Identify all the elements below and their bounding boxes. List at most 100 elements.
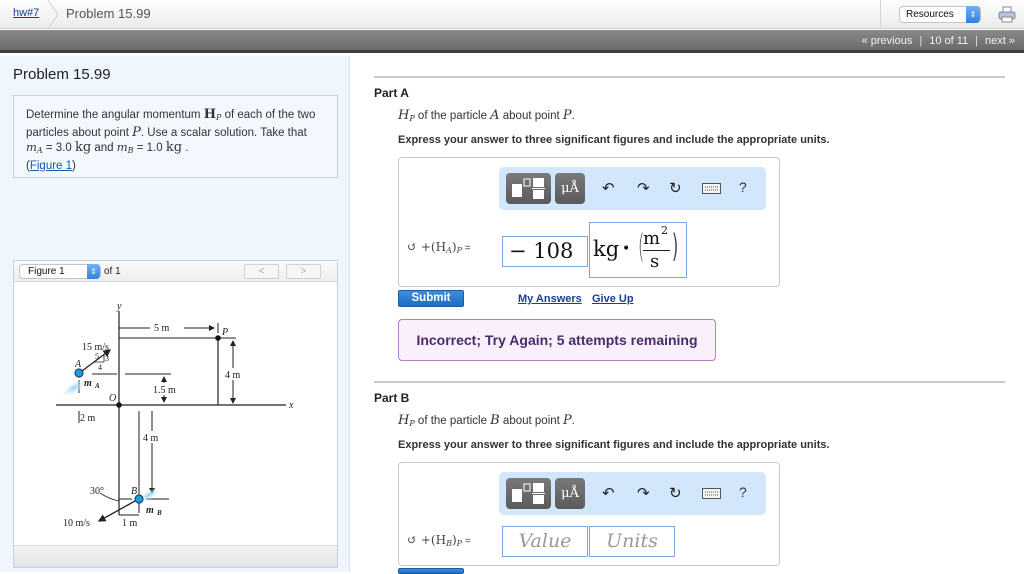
my-answers-link[interactable]: My Answers bbox=[518, 293, 582, 305]
part-a-feedback: Incorrect; Try Again; 5 attempts remaini… bbox=[398, 319, 716, 361]
redo-icon[interactable]: ↷ bbox=[637, 484, 650, 502]
part-a-value-input[interactable]: − 108 bbox=[502, 236, 588, 267]
figure-next-button[interactable]: > bbox=[286, 264, 321, 279]
problem-text: and bbox=[91, 142, 117, 154]
slope-4: 4 bbox=[98, 363, 102, 372]
help-icon[interactable]: ? bbox=[739, 179, 747, 195]
breadcrumb-hw-link[interactable]: hw#7 bbox=[13, 7, 39, 19]
printer-icon[interactable] bbox=[998, 6, 1016, 23]
problem-text: = 3.0 bbox=[42, 142, 75, 154]
dimension-4m-b: 4 m bbox=[143, 433, 159, 444]
math-B: B bbox=[490, 413, 500, 428]
figure-prev-button[interactable]: < bbox=[244, 264, 279, 279]
undo-icon[interactable]: ↶ bbox=[602, 179, 615, 197]
part-b-question: HP of the particle B about point P. bbox=[398, 413, 575, 428]
question-text: of the particle bbox=[414, 110, 491, 122]
math-toolbar: μÅ ↶ ↷ ↻ ? bbox=[499, 472, 766, 515]
math-H: H bbox=[398, 108, 410, 123]
figure-count: of 1 bbox=[104, 266, 121, 277]
dimension-2m: 2 m bbox=[80, 413, 96, 424]
position-indicator: 10 of 11 bbox=[929, 35, 969, 47]
math-kg: kg bbox=[74, 140, 92, 155]
divider bbox=[374, 76, 1005, 78]
mass-A-label: m bbox=[84, 378, 92, 389]
part-b-units-input[interactable]: Units bbox=[589, 526, 675, 557]
divider: | bbox=[919, 35, 923, 47]
math-H: H bbox=[398, 413, 410, 428]
unit-denominator: s bbox=[650, 251, 660, 272]
question-text: . bbox=[571, 110, 575, 122]
undo-icon[interactable]: ↶ bbox=[602, 484, 615, 502]
keyboard-icon[interactable] bbox=[702, 183, 721, 194]
problem-text: . bbox=[182, 142, 189, 154]
mass-B-label: m bbox=[146, 505, 154, 516]
part-b-value-input[interactable]: Value bbox=[502, 526, 588, 557]
part-a-units-input[interactable]: kg • ( m 2 s ) bbox=[589, 222, 687, 278]
divider bbox=[880, 0, 881, 29]
problem-panel: Problem 15.99 Determine the angular mome… bbox=[0, 56, 350, 572]
math-P: P bbox=[563, 413, 572, 428]
paren: ) bbox=[72, 159, 76, 172]
next-link[interactable]: next » bbox=[985, 35, 1015, 47]
templates-button[interactable] bbox=[506, 478, 551, 509]
particle-A bbox=[74, 368, 84, 378]
divider: | bbox=[975, 35, 979, 47]
eq-text: ↺ +(H bbox=[407, 533, 447, 547]
right-paren: ) bbox=[672, 227, 679, 265]
angle-label: 30° bbox=[90, 486, 104, 497]
question-text: about point bbox=[499, 110, 563, 122]
part-a-instruction: Express your answer to three significant… bbox=[398, 134, 830, 146]
redo-icon[interactable]: ↷ bbox=[637, 179, 650, 197]
math-m: m bbox=[26, 140, 37, 154]
reset-icon[interactable]: ↻ bbox=[669, 179, 682, 197]
unit-exponent: 2 bbox=[661, 224, 668, 237]
part-b-submit-button[interactable] bbox=[398, 568, 464, 574]
breadcrumb-separator-icon bbox=[47, 0, 59, 29]
problem-title: Problem 15.99 bbox=[13, 66, 111, 83]
x-axis-label: x bbox=[288, 400, 294, 411]
particle-B-label: B bbox=[131, 486, 137, 497]
figure-header: Figure 1 ⇕ of 1 < > bbox=[14, 261, 337, 282]
templates-button[interactable] bbox=[506, 173, 551, 204]
dimension-1m: 1 m bbox=[122, 518, 138, 529]
divider bbox=[374, 381, 1005, 383]
give-up-link[interactable]: Give Up bbox=[592, 293, 634, 305]
math-toolbar: μÅ ↶ ↷ ↻ ? bbox=[499, 167, 766, 210]
math-kg: kg bbox=[165, 140, 183, 155]
templates-icon bbox=[512, 178, 545, 199]
keyboard-icon[interactable] bbox=[702, 488, 721, 499]
problem-text: Determine the angular momentum bbox=[26, 109, 204, 121]
figure-select[interactable]: Figure 1 ⇕ bbox=[19, 264, 101, 279]
previous-link[interactable]: « previous bbox=[862, 35, 913, 47]
dimension-4m: 4 m bbox=[225, 370, 241, 381]
nav-bar: « previous | 10 of 11 | next » bbox=[0, 30, 1024, 53]
dimension-5m: 5 m bbox=[154, 323, 170, 334]
y-axis-label: y bbox=[116, 301, 122, 312]
eq-text: = bbox=[462, 536, 471, 547]
math-m: m bbox=[116, 140, 128, 154]
figure-link[interactable]: Figure 1 bbox=[30, 160, 72, 172]
resources-select-value: Resources bbox=[906, 9, 954, 20]
resources-select[interactable]: Resources ⇕ bbox=[899, 6, 981, 23]
breadcrumb-title: Problem 15.99 bbox=[66, 6, 151, 21]
select-arrows-icon: ⇕ bbox=[966, 6, 980, 23]
part-a-answer-box: μÅ ↶ ↷ ↻ ? ↺ +(HA)P = − 108 kg • ( m 2 s… bbox=[398, 157, 780, 287]
slope-3: 3 bbox=[105, 354, 109, 363]
reset-icon[interactable]: ↻ bbox=[669, 484, 682, 502]
eq-text: ↺ +(H bbox=[407, 240, 447, 254]
unit-numerator: m bbox=[643, 228, 661, 249]
part-a-submit-button[interactable]: Submit bbox=[398, 290, 464, 307]
units-button[interactable]: μÅ bbox=[555, 173, 585, 204]
slope-5: 5 bbox=[95, 352, 99, 361]
origin-O bbox=[116, 402, 122, 408]
problem-text: . Use a scalar solution. Take that bbox=[140, 126, 307, 139]
problem-statement: Determine the angular momentum HP of eac… bbox=[13, 95, 338, 178]
problem-text: = 1.0 bbox=[133, 142, 166, 154]
answer-panel: Part A HP of the particle A about point … bbox=[351, 56, 1024, 574]
question-text: . bbox=[571, 415, 575, 427]
units-button[interactable]: μÅ bbox=[555, 478, 585, 509]
help-icon[interactable]: ? bbox=[739, 484, 747, 500]
part-a-equation-label: ↺ +(HA)P = bbox=[407, 240, 471, 255]
figure-footer bbox=[14, 545, 337, 567]
math-H: H bbox=[203, 107, 216, 122]
